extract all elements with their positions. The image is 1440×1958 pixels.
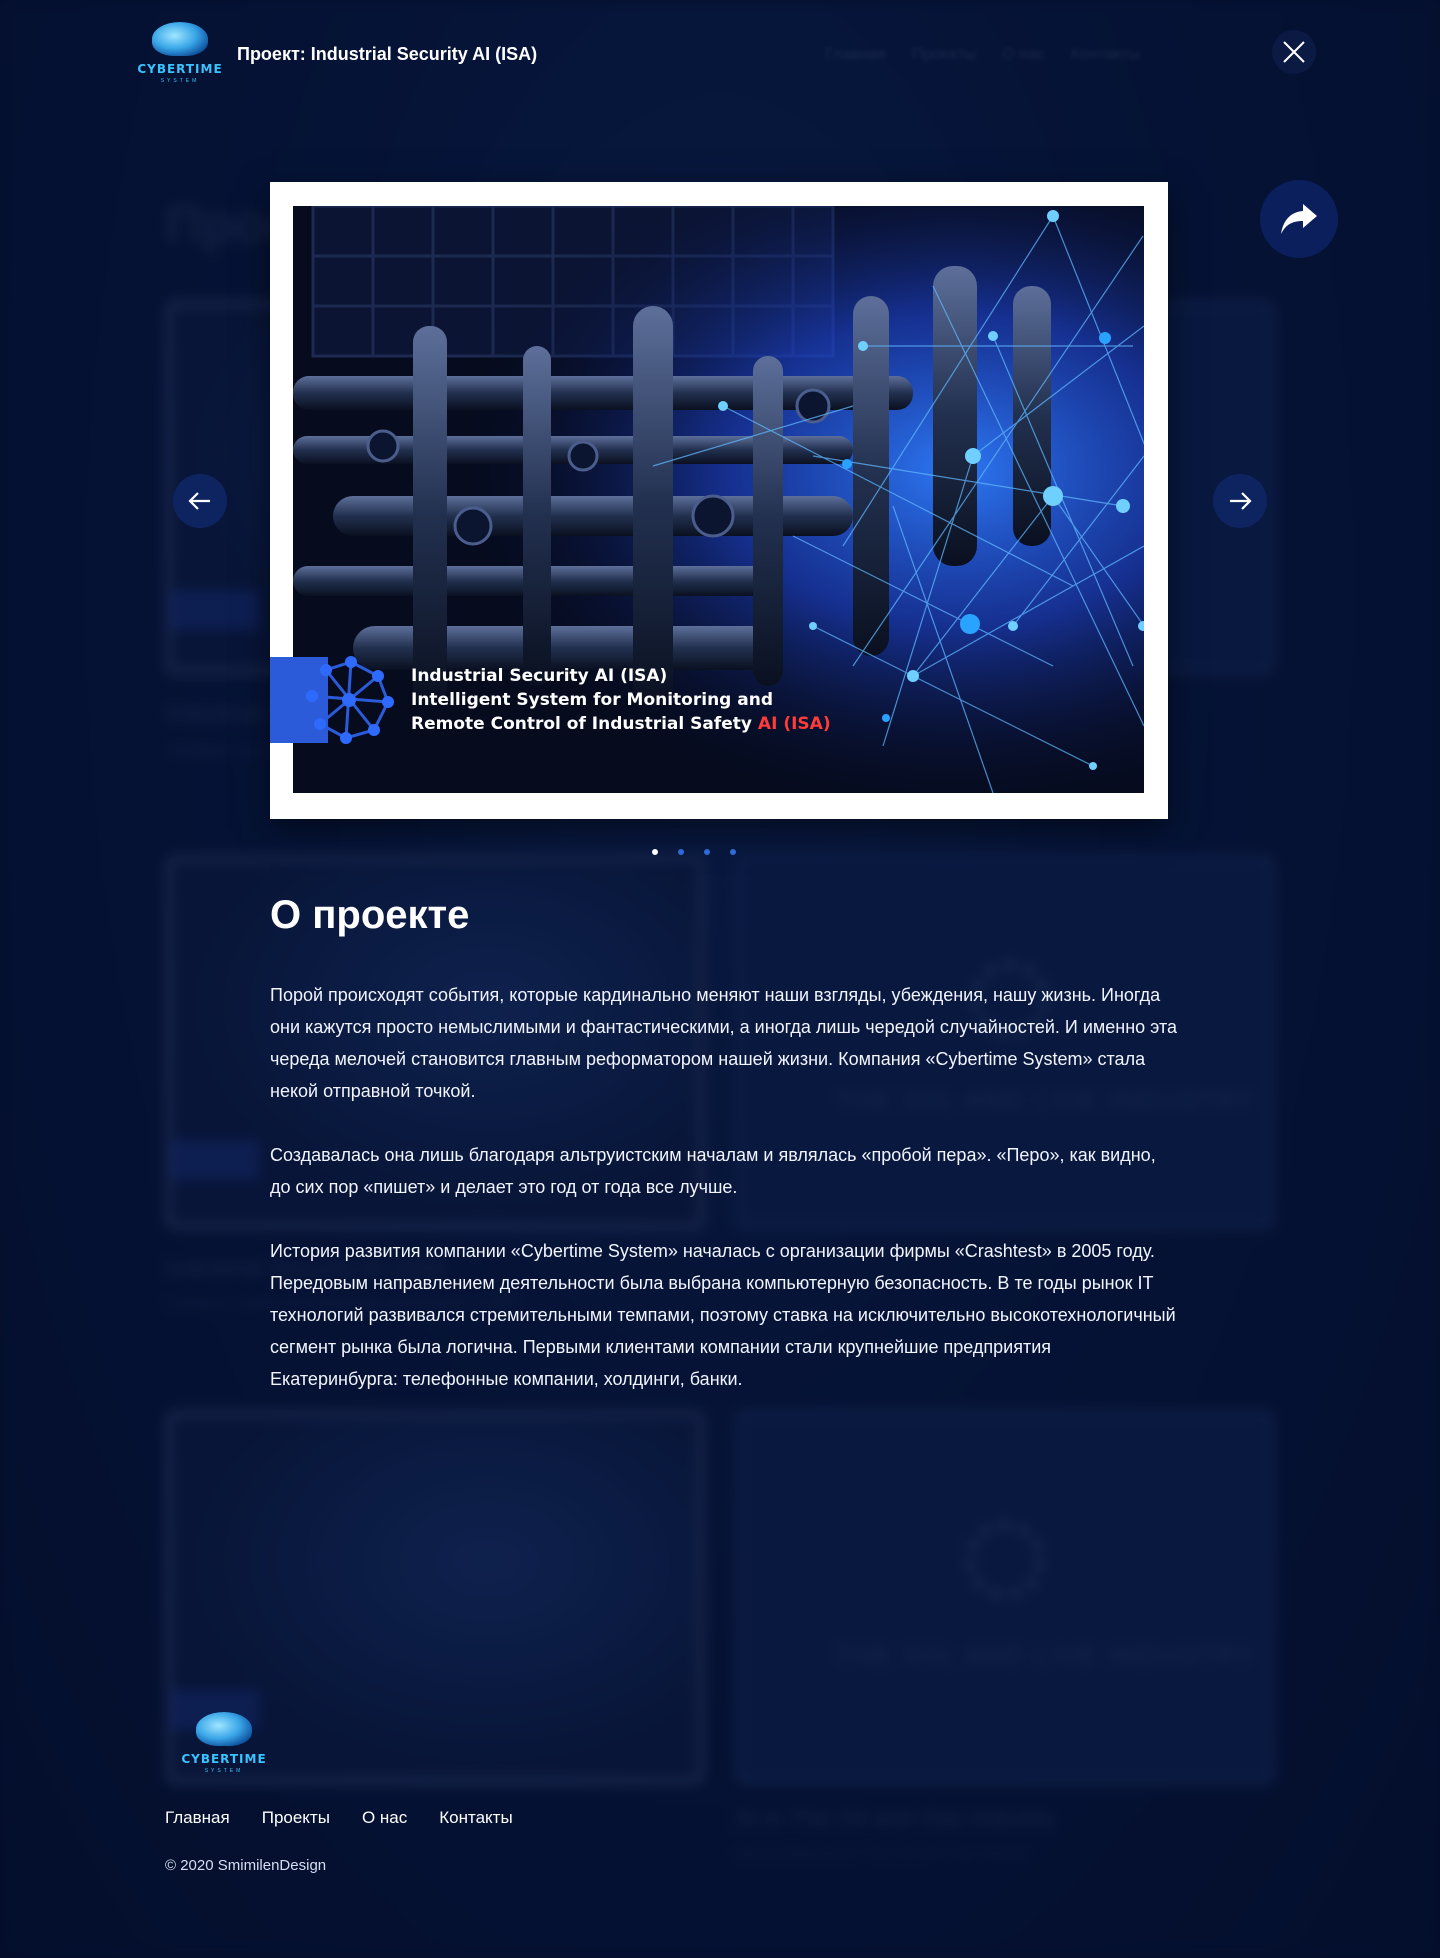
copyright: © 2020 SmimilenDesign bbox=[165, 1857, 327, 1874]
about-paragraph: История развития компании «Cybertime Sys… bbox=[270, 1241, 1176, 1389]
share-button[interactable] bbox=[1260, 180, 1338, 258]
prev-slide-button[interactable] bbox=[173, 474, 227, 528]
modal-title: Проект: Industrial Security AI (ISA) bbox=[237, 44, 538, 64]
footer-nav-contacts[interactable]: Контакты bbox=[439, 1808, 512, 1828]
footer-nav: Главная Проекты О нас Контакты bbox=[165, 1808, 513, 1828]
slide-dot[interactable] bbox=[704, 849, 710, 855]
arrow-left-icon bbox=[188, 492, 210, 510]
about-paragraph: Создавалась она лишь благодаря альтруист… bbox=[270, 1145, 1156, 1197]
slide-caption-accent: AI (ISA) bbox=[757, 714, 831, 734]
cybertime-logo[interactable]: CYBERTIME SYSTEM bbox=[130, 22, 230, 88]
top-nav-item: Проекты bbox=[911, 46, 977, 63]
slide-caption-line: Industrial Security AI (ISA) bbox=[411, 666, 668, 686]
arrow-right-icon bbox=[1230, 492, 1252, 510]
top-nav-item: Главная bbox=[825, 46, 886, 63]
slide-caption-line: Remote Control of Industrial Safety bbox=[411, 714, 752, 734]
slide-caption-line: Intelligent System for Monitoring and bbox=[411, 690, 773, 710]
share-icon bbox=[1281, 204, 1317, 234]
footer-nav-home[interactable]: Главная bbox=[165, 1808, 230, 1828]
next-slide-button[interactable] bbox=[1213, 474, 1267, 528]
top-nav: Главная Проекты О нас Контакты bbox=[825, 46, 1140, 64]
top-nav-item: Контакты bbox=[1070, 46, 1140, 63]
footer-nav-projects[interactable]: Проекты bbox=[262, 1808, 330, 1828]
about-paragraph: Порой происходят события, которые кардин… bbox=[270, 985, 1177, 1101]
isa-network-ring-icon bbox=[304, 654, 398, 744]
logo-wordmark: CYBERTIME bbox=[137, 62, 223, 76]
about-article: Порой происходят события, которые кардин… bbox=[270, 979, 1180, 1427]
logo-subtitle: SYSTEM bbox=[204, 1768, 244, 1774]
footer-nav-about[interactable]: О нас bbox=[362, 1808, 407, 1828]
slide-dot[interactable] bbox=[730, 849, 736, 855]
slide-caption: Industrial Security AI (ISA) Intelligent… bbox=[411, 664, 831, 736]
slide-dot[interactable] bbox=[678, 849, 684, 855]
slide-dot[interactable] bbox=[652, 849, 658, 855]
logo-wordmark: CYBERTIME bbox=[181, 1752, 267, 1766]
top-nav-item: О нас bbox=[1002, 46, 1045, 63]
about-heading: О проекте bbox=[270, 893, 470, 937]
close-button[interactable] bbox=[1272, 30, 1316, 74]
logo-wave-icon bbox=[152, 22, 208, 56]
slide-pagination bbox=[652, 849, 736, 855]
close-icon bbox=[1283, 41, 1305, 63]
footer-logo[interactable]: CYBERTIME SYSTEM bbox=[174, 1712, 278, 1774]
logo-subtitle: SYSTEM bbox=[160, 78, 200, 84]
logo-wave-icon bbox=[196, 1712, 252, 1746]
